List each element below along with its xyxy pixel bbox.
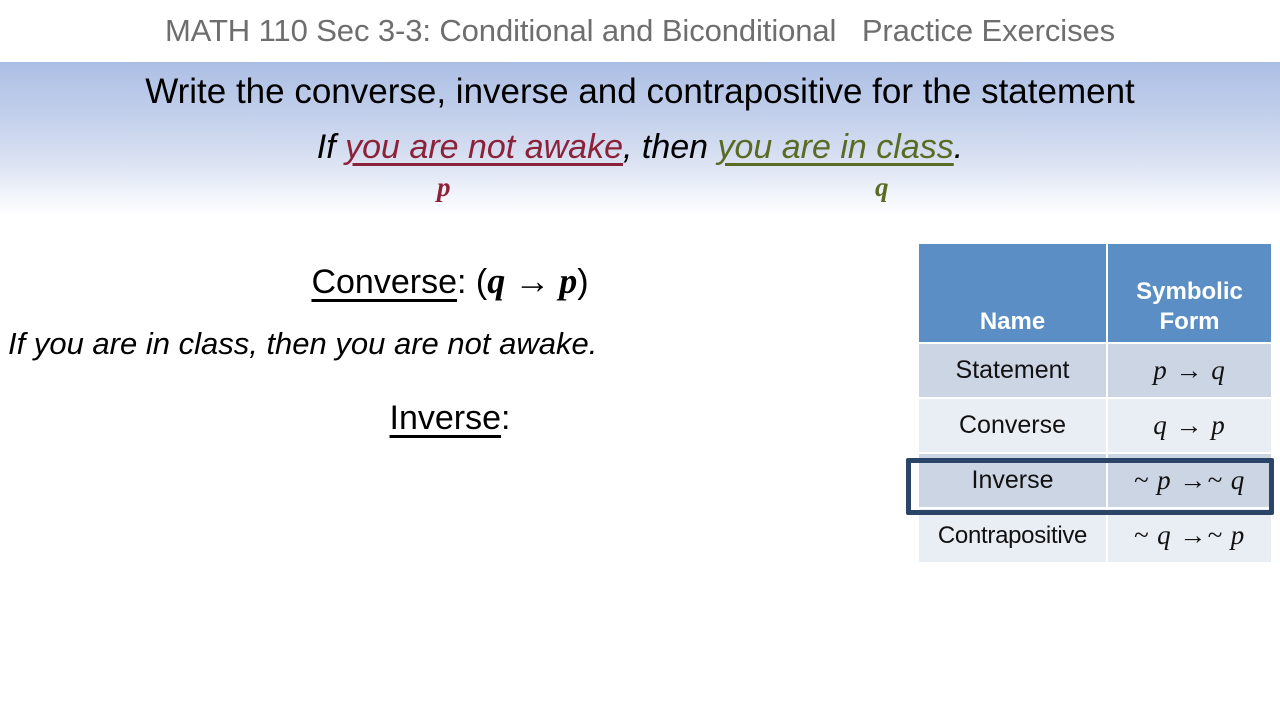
inverse-heading-line: Inverse: [0,399,900,438]
page-title: MATH 110 Sec 3-3: Conditional and Bicond… [164,13,1116,48]
statement-prefix: If [316,128,346,166]
slide-title-bar: MATH 110 Sec 3-3: Conditional and Bicond… [0,0,1280,62]
table-row: Contrapositive ~ q →~ p [918,508,1272,563]
table-row: Statement p → q [918,343,1272,398]
row-symbolic-inverse: ~ p →~ q [1107,453,1272,508]
reference-table: Name Symbolic Form Statement p → q Conve… [918,243,1272,563]
statement-suffix: . [953,128,964,166]
table-header-row: Name Symbolic Form [918,243,1272,343]
statement-line: If you are not awake, then you are in cl… [0,128,1280,167]
row-name-statement: Statement [918,343,1107,398]
statement-q-phrase: you are in class [717,128,954,166]
variable-label-q: q [875,172,889,202]
converse-symbol-consequent: p [559,261,578,301]
converse-answer-text: If you are in class, then you are not aw… [8,326,598,361]
variable-labels-row: p q [0,172,1280,206]
table-body: Statement p → q Converse q → p Inverse ~… [918,343,1272,563]
work-area: Converse: (q → p) If you are in class, t… [0,213,900,720]
table-row: Converse q → p [918,398,1272,453]
row-symbolic-contrapositive: ~ q →~ p [1107,508,1272,563]
inverse-heading-colon: : [501,399,511,437]
row-name-converse: Converse [918,398,1107,453]
converse-heading-line: Converse: (q → p) [0,260,900,302]
problem-banner: Write the converse, inverse and contrapo… [0,62,1280,213]
row-name-contrapositive: Contrapositive [918,508,1107,563]
column-header-name: Name [918,243,1107,343]
converse-heading-label: Converse [311,263,457,301]
converse-symbol-close-paren: ) [577,263,589,301]
column-header-symbolic-form: Symbolic Form [1107,243,1272,343]
converse-heading-colon: : ( [456,263,488,301]
instruction-text: Write the converse, inverse and contrapo… [145,72,1135,111]
row-symbolic-statement: p → q [1107,343,1272,398]
row-symbolic-converse: q → p [1107,398,1272,453]
row-name-inverse: Inverse [918,453,1107,508]
variable-label-p: p [437,172,451,202]
table-row-highlighted: Inverse ~ p →~ q [918,453,1272,508]
statement-p-phrase: you are not awake [345,128,623,166]
implies-arrow-icon: → [505,261,560,301]
statement-middle: , then [622,128,718,166]
inverse-heading-label: Inverse [389,399,502,437]
converse-symbol-antecedent: q [487,261,506,301]
